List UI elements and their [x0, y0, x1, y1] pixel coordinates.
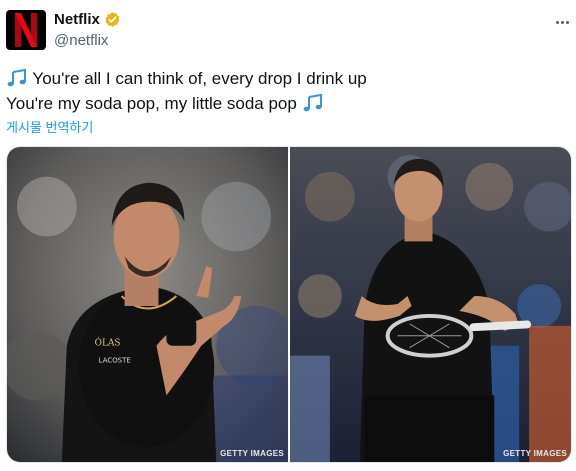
- tweet-line-1: You're all I can think of, every drop I …: [6, 66, 566, 91]
- tweet-photo-1[interactable]: ÓLAS LACOSTE GETTY IMAGES: [7, 147, 288, 462]
- tweet-line-2: You're my soda pop, my little soda pop: [6, 91, 566, 116]
- svg-text:ÓLAS: ÓLAS: [95, 337, 121, 349]
- photo-credit-2: GETTY IMAGES: [503, 449, 567, 458]
- account-handle[interactable]: @netflix: [54, 32, 108, 49]
- netflix-logo-icon: [15, 13, 37, 47]
- photo-credit-1: GETTY IMAGES: [220, 449, 284, 458]
- tweet-photo-2[interactable]: GETTY IMAGES: [290, 147, 571, 462]
- musical-notes-icon: [303, 94, 322, 112]
- media-grid: ÓLAS LACOSTE GETTY IMAGES GETTY IMAGES: [6, 146, 572, 463]
- tennis-player-gesture-photo: ÓLAS LACOSTE: [7, 147, 288, 462]
- verified-gold-icon: [105, 12, 120, 27]
- translate-post-link[interactable]: 게시물 번역하기: [6, 117, 93, 136]
- svg-text:LACOSTE: LACOSTE: [99, 357, 131, 365]
- more-options-icon[interactable]: [552, 12, 572, 32]
- tennis-player-racket-photo: [290, 147, 571, 462]
- author-name-row: Netflix: [54, 11, 121, 28]
- tweet-line-2-text: You're my soda pop, my little soda pop: [6, 94, 297, 113]
- avatar[interactable]: [6, 10, 46, 50]
- display-name[interactable]: Netflix: [54, 11, 100, 28]
- musical-notes-icon: [7, 69, 26, 87]
- tweet-text: You're all I can think of, every drop I …: [6, 66, 566, 116]
- tweet-line-1-text: You're all I can think of, every drop I …: [32, 69, 367, 88]
